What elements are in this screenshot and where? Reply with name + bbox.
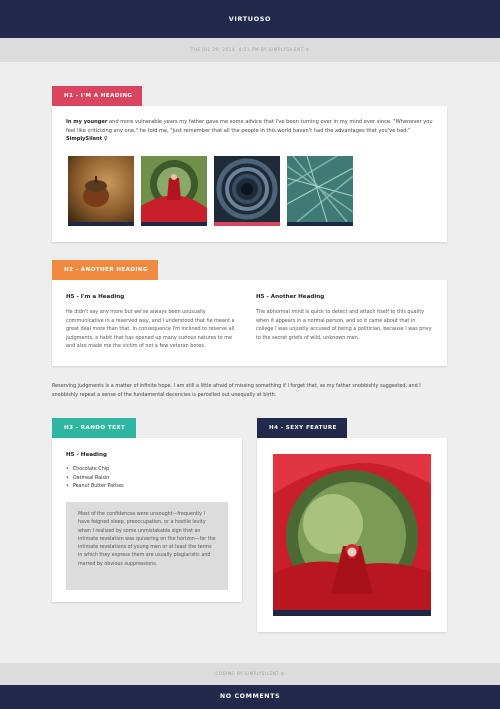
signature-name: SimplySilent bbox=[66, 136, 103, 142]
intro-lead: In my younger bbox=[66, 119, 108, 125]
column-right: H5 - Another Heading The abnormal mind i… bbox=[256, 294, 434, 342]
comments-bar: NO COMMENTS bbox=[0, 685, 500, 709]
intro-card: In my younger and more vulnerable years … bbox=[52, 106, 447, 242]
post-date: TUE JUL 29, 2014, 4:21 PM BY SIMPLYSILEN… bbox=[190, 47, 304, 52]
section-label-h3: H3 - RANDO TEXT bbox=[52, 418, 136, 438]
feature-card bbox=[257, 438, 447, 632]
column-left: H5 - I'm a Heading He didn't say any mor… bbox=[66, 294, 242, 351]
site-title-bar: VIRTUOSO bbox=[0, 0, 500, 38]
red-cloak-photo bbox=[141, 156, 207, 222]
list-heading: H5 - Heading bbox=[66, 452, 107, 458]
site-title[interactable]: VIRTUOSO bbox=[229, 15, 271, 23]
acorn-photo bbox=[68, 156, 134, 222]
thumbnail-acorn[interactable] bbox=[68, 156, 134, 226]
thumbnail-red-cloak[interactable] bbox=[141, 156, 207, 226]
user-icon[interactable]: ♀ bbox=[306, 47, 310, 52]
column-right-heading: H5 - Another Heading bbox=[256, 294, 325, 300]
two-column-card: H5 - I'm a Heading He didn't say any mor… bbox=[52, 280, 447, 366]
list-item: Oatmeal Raisin bbox=[66, 475, 124, 484]
cookie-list: Chocolate Chip Oatmeal Raisin Peanut But… bbox=[66, 466, 124, 492]
column-left-heading: H5 - I'm a Heading bbox=[66, 294, 125, 300]
user-icon[interactable]: ♀ bbox=[281, 671, 285, 676]
list-item: Peanut Butter Patties bbox=[66, 483, 124, 492]
credits-text: CODING BY SIMPLYSILENT bbox=[215, 671, 280, 676]
comments-link[interactable]: NO COMMENTS bbox=[220, 693, 280, 700]
intro-text: and more vulnerable years my father gave… bbox=[66, 119, 433, 134]
user-icon: ♀ bbox=[103, 136, 108, 142]
blockquote: Most of the confidences were unsought—fr… bbox=[66, 502, 228, 590]
post-meta-bar: TUE JUL 29, 2014, 4:21 PM BY SIMPLYSILEN… bbox=[0, 38, 500, 62]
feature-image-frame[interactable] bbox=[273, 454, 431, 616]
section-label-h1: H1 - I'M A HEADING bbox=[52, 86, 142, 106]
body-paragraph: Reserving judgments is a matter of infin… bbox=[52, 383, 421, 398]
credits-bar: CODING BY SIMPLYSILENT ♀ bbox=[0, 663, 500, 685]
thumbnail-palm[interactable] bbox=[287, 156, 353, 226]
list-item: Chocolate Chip bbox=[66, 466, 124, 475]
thumbnail-staircase[interactable] bbox=[214, 156, 280, 226]
author-signature[interactable]: SimplySilent ♀ bbox=[66, 135, 433, 144]
column-right-text: The abnormal mind is quick to detect and… bbox=[256, 309, 432, 341]
column-left-text: He didn't say any more but we've always … bbox=[66, 309, 235, 349]
intro-paragraph: In my younger and more vulnerable years … bbox=[66, 118, 433, 144]
red-cloak-feature-photo bbox=[273, 454, 431, 610]
palm-leaves-photo bbox=[287, 156, 353, 222]
section-label-h4: H4 - SEXY FEATURE bbox=[257, 418, 347, 438]
section-label-h2: H2 - ANOTHER HEADING bbox=[52, 260, 158, 280]
spiral-staircase-photo bbox=[214, 156, 280, 222]
